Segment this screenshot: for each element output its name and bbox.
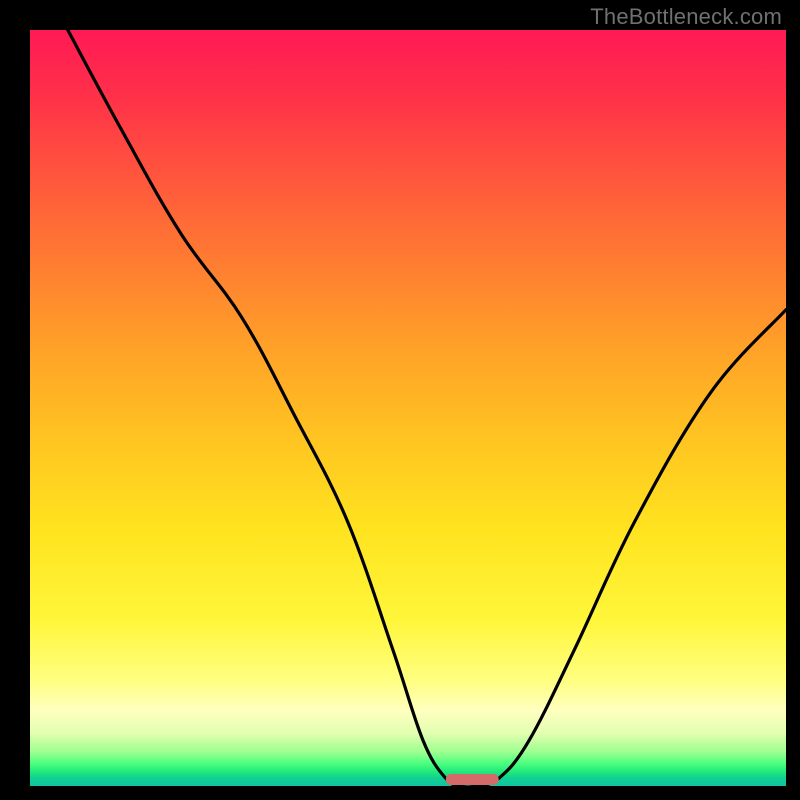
plot-area [30,30,786,786]
severity-gradient-background [30,30,786,786]
watermark-text: TheBottleneck.com [590,4,782,30]
chart-container: TheBottleneck.com [0,0,800,800]
